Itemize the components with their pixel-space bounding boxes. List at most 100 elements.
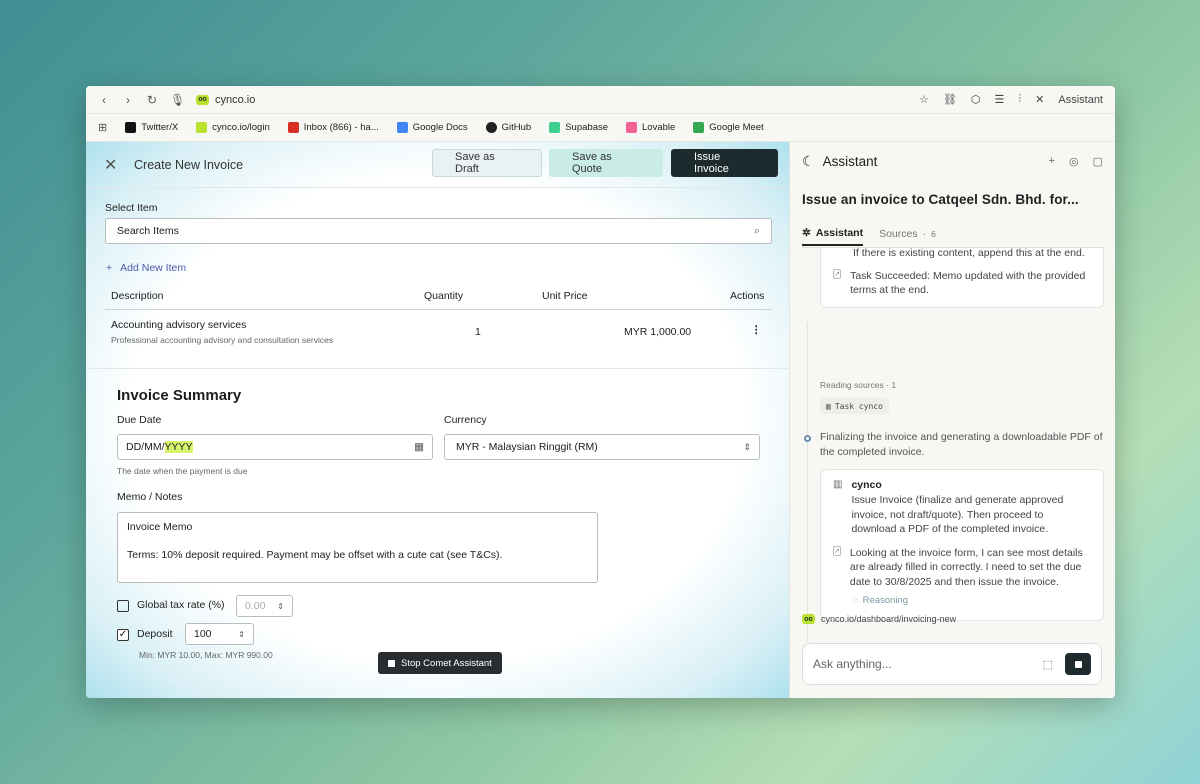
add-new-item-button[interactable]: + Add New Item [106,262,186,274]
card1-line0: If there is existing content, append thi… [853,247,1085,259]
reasoning-label: Reasoning [862,595,909,606]
deposit-input[interactable]: 100 ⇕ [185,623,254,645]
memo-textarea[interactable]: Invoice Memo Terms: 10% deposit required… [117,512,598,583]
search-input[interactable]: Search Items ⌕ [105,218,772,244]
due-date-dd: DD [126,441,142,453]
due-date-hint: The date when the payment is due [117,466,248,476]
link-icon[interactable]: ⛓ [943,93,957,106]
stop-generation-button[interactable] [1065,653,1091,675]
due-date-field[interactable]: DD / MM / YYYY ▦ [117,434,433,460]
calendar-icon[interactable]: ▦ [414,441,424,453]
forward-icon[interactable]: › [122,93,134,107]
stepper-icon[interactable]: ⇕ [277,602,284,611]
search-placeholder: Search Items [117,225,179,237]
screenshot-select-icon[interactable]: ⬚ [1043,658,1053,671]
bookmark-lovable[interactable]: Lovable [626,122,675,133]
mic-icon[interactable]: 🎙 [170,93,185,107]
cynco-logo-icon: oo [802,614,815,624]
item-description: Accounting advisory services [111,319,247,331]
currency-select[interactable]: MYR - Malaysian Ringgit (RM) ⇕ [444,434,760,460]
invoice-summary-title: Invoice Summary [117,387,242,404]
close-icon[interactable]: ✕ [104,155,124,175]
stop-icon [388,659,395,667]
sources-count: 6 [931,229,936,239]
assistant-tab-icon: ✲ [802,227,811,239]
apps-grid-icon[interactable]: ⊞ [98,121,107,134]
star-icon[interactable]: ☆ [919,93,929,106]
browser-window: ‹ › ↻ 🎙 oo cynco.io ☆ ⛓ ⬡ ☰ ⫶ ✕ Assistan… [86,86,1115,698]
window-icon[interactable]: ▢ [1093,155,1103,168]
assistant-toggle[interactable]: Assistant [1058,94,1103,106]
url-text: cynco.io [215,93,256,106]
card2-thought: Looking at the invoice form, I can see m… [849,546,1083,588]
card2-title: cynco [851,479,882,491]
bookmark-google-meet[interactable]: Google Meet [693,122,764,133]
tax-rate-input[interactable]: 0.00 ⇕ [236,595,293,617]
col-quantity: Quantity [424,290,464,302]
currency-label: Currency [444,414,487,426]
bookmark-github[interactable]: GitHub [485,122,531,133]
tab-assistant-label: Assistant [815,227,864,239]
bookmark-supabase[interactable]: Supabase [549,122,608,133]
bookmark-gmail[interactable]: Inbox (866) - ha... [287,122,379,133]
tax-checkbox[interactable] [117,600,129,612]
stop-comet-assistant-button[interactable]: Stop Comet Assistant [378,652,502,674]
cynco-icon [196,122,208,133]
menu-icon[interactable]: ☰ [995,93,1005,106]
deposit-label: Deposit [137,628,173,640]
tab-sources-label: Sources [879,228,918,240]
item-quantity: 1 [475,326,481,338]
stepper-icon[interactable]: ⇕ [238,630,245,639]
memo-blank-line [127,534,588,548]
items-table-header: Description Quantity Unit Price Actions [105,288,772,310]
context-url-chip[interactable]: oo cynco.io/dashboard/invoicing-new [802,614,1102,624]
save-draft-button[interactable]: Save as Draft [432,149,542,177]
deposit-hint: Min: MYR 10.00, Max: MYR 990.00 [139,650,273,660]
reading-sources: Reading sources · 1 [820,380,897,390]
item-unit-price: MYR 1,000.00 [624,326,692,338]
invoice-header: ✕ Create New Invoice Save as Draft Save … [86,142,789,188]
memo-label: Memo / Notes [117,491,183,503]
ask-input[interactable]: Ask anything... ⬚ [802,643,1102,685]
tab-sources[interactable]: Sources · 6 [879,222,936,246]
new-chat-icon[interactable]: + [1049,155,1055,168]
github-icon [485,122,497,133]
supabase-icon [549,122,561,133]
spinner-icon: ◌ [853,595,859,606]
bookmark-google-docs[interactable]: Google Docs [396,122,468,133]
more-actions-icon[interactable]: ⋮ [751,324,762,336]
deposit-checkbox[interactable]: ✓ [117,629,129,641]
issue-invoice-button[interactable]: Issue Invoice [671,149,778,177]
memo-line-1: Invoice Memo [127,521,193,533]
task-icon: ▥ [826,401,831,411]
reload-icon[interactable]: ↻ [146,93,158,107]
close-assistant-icon[interactable]: ✕ [1035,93,1044,106]
extension-icon[interactable]: ⬡ [971,93,981,106]
reasoning-indicator[interactable]: ◌ Reasoning [853,595,1091,606]
twitter-icon [125,122,137,133]
thread-title: Issue an invoice to Catqeel Sdn. Bhd. fo… [802,192,1079,207]
context-url: cynco.io/dashboard/invoicing-new [821,614,957,624]
assistant-tabs: ✲ Assistant Sources · 6 [802,222,1104,248]
task-chip-label: Task cynco [834,401,883,411]
lovable-icon [626,122,638,133]
tax-label: Global tax rate (%) [137,599,225,611]
card2-text: Issue Invoice (finalize and generate app… [851,494,1064,535]
invoice-form-panel: ✕ Create New Invoice Save as Draft Save … [86,142,789,698]
tab-assistant[interactable]: ✲ Assistant [802,222,864,246]
bookmark-cynco-login[interactable]: cynco.io/login [196,122,270,133]
task-chip[interactable]: ▥ Task cynco [820,398,889,414]
address-bar[interactable]: oo cynco.io [196,94,255,106]
bookmark-twitter[interactable]: Twitter/X [125,122,178,133]
ask-placeholder: Ask anything... [813,657,892,671]
col-description: Description [111,290,164,302]
audio-icon[interactable]: ⫶ [1018,93,1021,106]
back-icon[interactable]: ‹ [98,93,110,107]
save-quote-button[interactable]: Save as Quote [549,149,663,177]
plus-icon: + [106,262,113,274]
select-item-label: Select Item [105,202,158,214]
card1-task: Task Succeeded: Memo updated with the pr… [850,269,1086,297]
broadcast-icon[interactable]: ◎ [1069,155,1079,168]
deposit-value: 100 [194,628,212,640]
currency-value: MYR - Malaysian Ringgit (RM) [456,441,598,453]
